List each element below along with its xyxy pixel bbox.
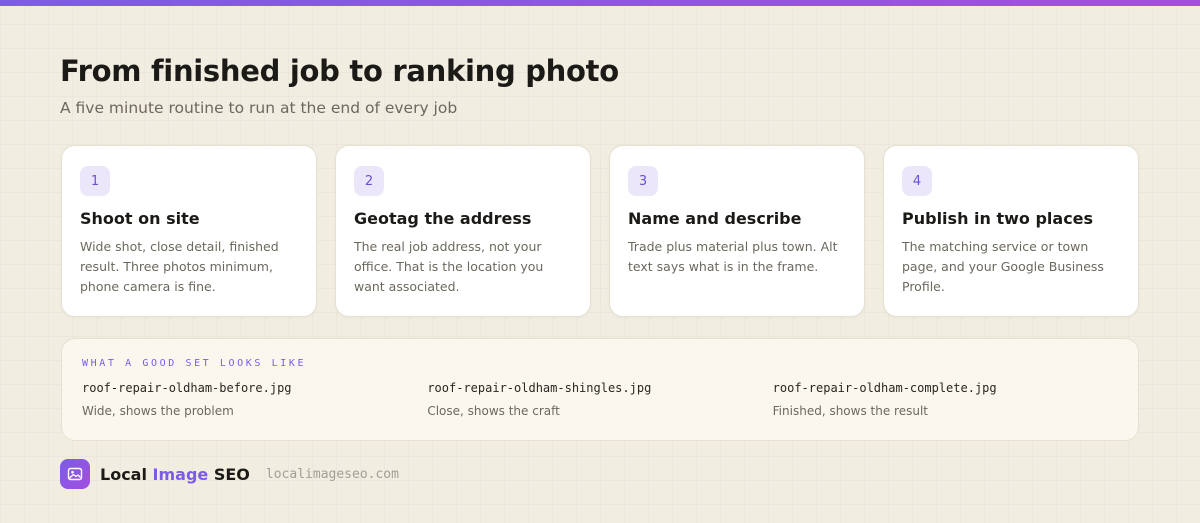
example-filename: roof-repair-oldham-before.jpg [82, 381, 292, 395]
brand-name-seo: SEO [213, 464, 250, 484]
example-filename: roof-repair-oldham-complete.jpg [772, 381, 997, 395]
step-number-badge: 2 [354, 166, 384, 196]
brand-name: Local Image SEO [100, 465, 250, 484]
step-card-publish: 4 Publish in two places The matching ser… [883, 145, 1139, 317]
step-description: The matching service or town page, and y… [902, 239, 1104, 294]
steps-list: 1 Shoot on site Wide shot, close detail,… [61, 145, 1139, 317]
step-card-shoot: 1 Shoot on site Wide shot, close detail,… [61, 145, 317, 317]
step-number-badge: 1 [80, 166, 110, 196]
example-item: roof-repair-oldham-complete.jpg Finished… [773, 381, 1118, 418]
step-title: Geotag the address [354, 209, 532, 228]
brand-domain: localimageseo.com [265, 466, 399, 482]
example-note: Close, shows the craft [427, 404, 560, 418]
page-title: From finished job to ranking photo [60, 54, 619, 88]
page-subtitle: A five minute routine to run at the end … [60, 99, 458, 117]
example-note: Wide, shows the problem [82, 404, 234, 418]
step-card-name: 3 Name and describe Trade plus material … [609, 145, 865, 317]
brand-footer: Local Image SEO localimageseo.com [60, 459, 399, 489]
image-icon [60, 459, 90, 489]
step-title: Name and describe [628, 209, 802, 228]
step-title: Publish in two places [902, 209, 1094, 228]
good-set-example-panel: WHAT A GOOD SET LOOKS LIKE roof-repair-o… [61, 338, 1139, 441]
step-description: The real job address, not your office. T… [354, 239, 544, 294]
step-description: Trade plus material plus town. Alt text … [628, 239, 838, 274]
step-card-geotag: 2 Geotag the address The real job addres… [335, 145, 591, 317]
brand-name-image: Image [152, 464, 209, 484]
top-accent-bar [0, 0, 1200, 6]
examples-list: roof-repair-oldham-before.jpg Wide, show… [82, 381, 1118, 418]
example-note: Finished, shows the result [772, 404, 928, 418]
example-item: roof-repair-oldham-shingles.jpg Close, s… [427, 381, 772, 418]
example-item: roof-repair-oldham-before.jpg Wide, show… [82, 381, 427, 418]
example-filename: roof-repair-oldham-shingles.jpg [427, 381, 652, 395]
examples-label: WHAT A GOOD SET LOOKS LIKE [82, 358, 307, 369]
step-number-badge: 4 [902, 166, 932, 196]
step-description: Wide shot, close detail, finished result… [80, 239, 279, 294]
step-title: Shoot on site [80, 209, 200, 228]
step-number-badge: 3 [628, 166, 658, 196]
brand-name-local: Local [100, 464, 147, 484]
